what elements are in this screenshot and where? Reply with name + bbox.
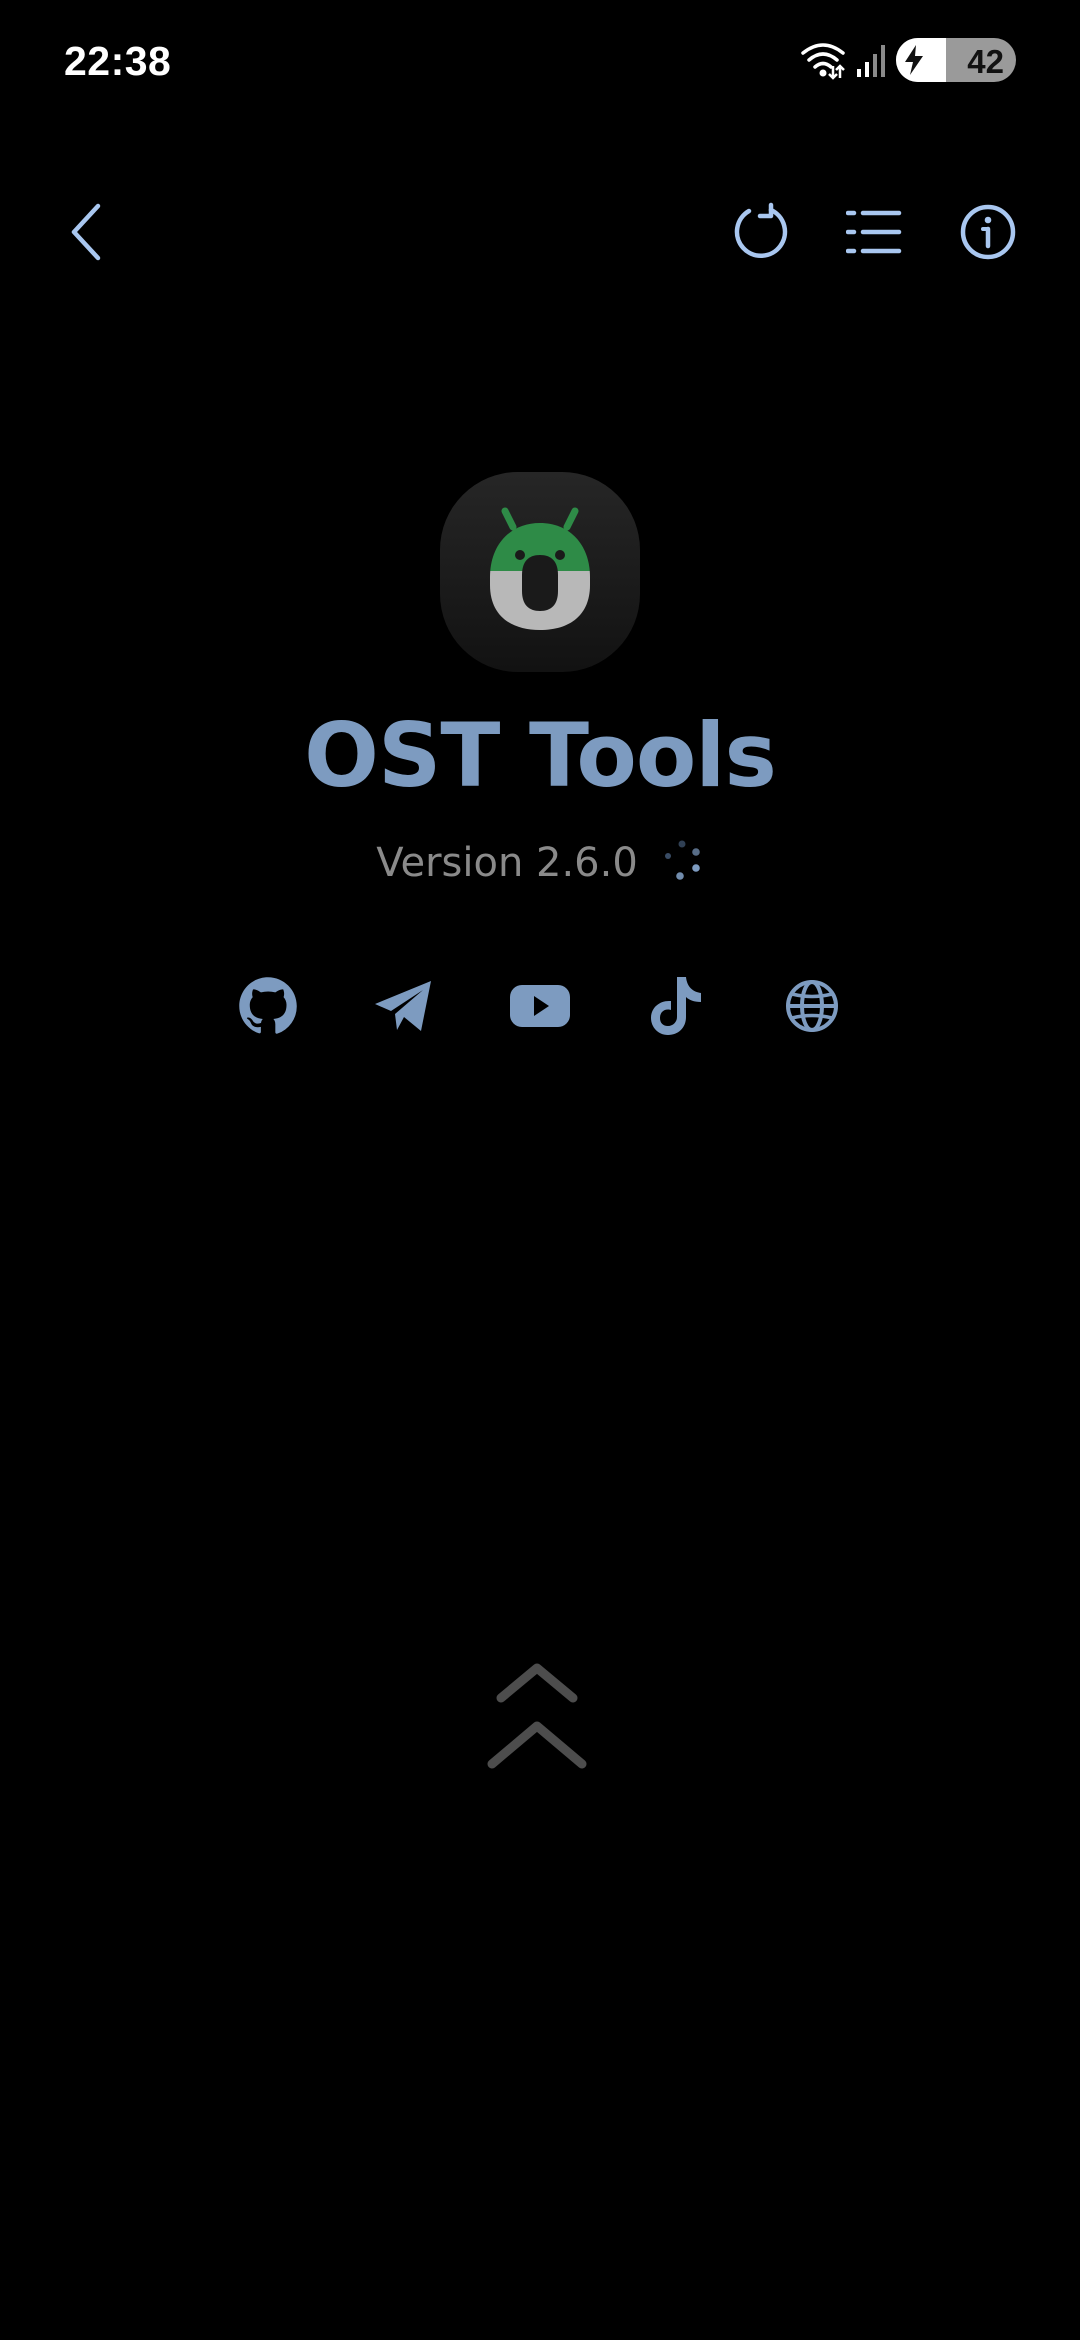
status-icons: 42 (800, 36, 1016, 84)
telegram-icon (373, 978, 435, 1039)
app-name: OST Tools (304, 704, 777, 807)
version-row: Version 2.6.0 (0, 838, 1080, 887)
info-button[interactable] (940, 186, 1036, 282)
list-icon (845, 207, 902, 262)
battery-level: 42 (967, 43, 1004, 80)
app-icon (440, 472, 640, 672)
double-chevron-up-icon (484, 1663, 590, 1780)
tiktok-icon (649, 975, 703, 1042)
refresh-button[interactable] (713, 186, 809, 282)
website-link[interactable] (772, 968, 852, 1048)
globe-icon (784, 978, 840, 1039)
tiktok-link[interactable] (636, 968, 716, 1048)
info-icon (959, 203, 1017, 266)
social-links (0, 968, 1080, 1048)
youtube-icon (509, 984, 571, 1033)
back-button[interactable] (40, 186, 136, 282)
telegram-link[interactable] (364, 968, 444, 1048)
back-arrow-icon (68, 202, 108, 267)
loading-spinner-icon (660, 838, 704, 887)
android-o-logo-icon (485, 505, 595, 640)
battery-charging-icon (902, 44, 926, 76)
youtube-link[interactable] (500, 968, 580, 1048)
refresh-icon (731, 202, 791, 267)
battery-indicator: 42 (896, 38, 1016, 82)
status-bar: 22:38 42 (0, 0, 1080, 124)
list-button[interactable] (826, 186, 922, 282)
signal-icon (856, 42, 886, 78)
version-text: Version 2.6.0 (376, 839, 638, 886)
wifi-icon (800, 40, 846, 80)
github-icon (238, 976, 298, 1041)
status-time: 22:38 (64, 38, 172, 84)
swipe-up-indicator[interactable] (484, 1660, 590, 1776)
github-link[interactable] (228, 968, 308, 1048)
about-screen: 22:38 42 OST Tools Version 2.6.0 (0, 0, 1080, 2340)
